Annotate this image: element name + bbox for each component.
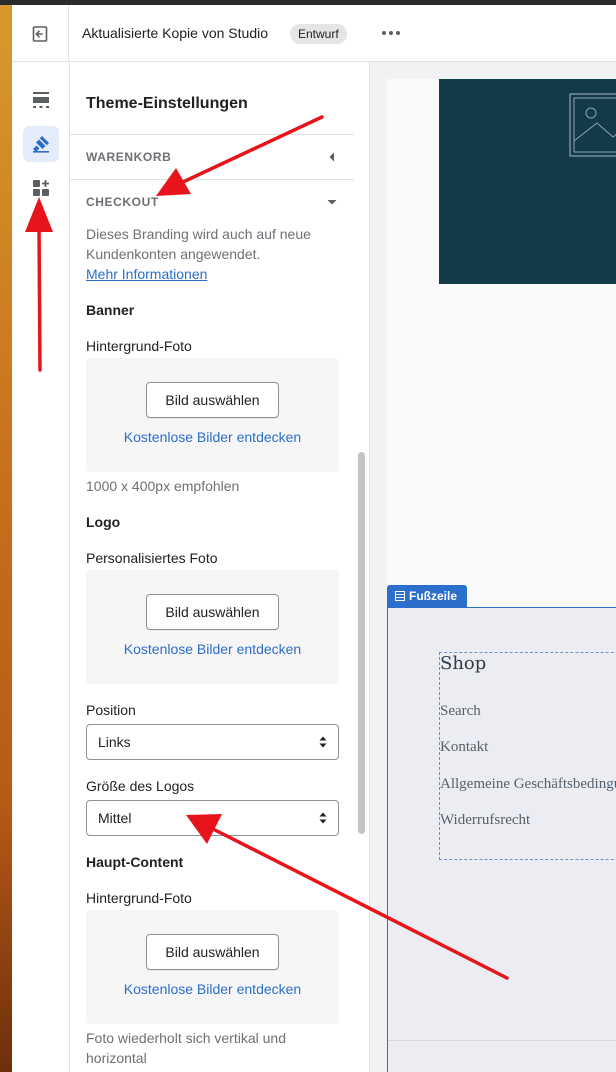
rail-app-blocks-button[interactable] [23, 170, 59, 206]
logo-photo-label: Personalisiertes Foto [86, 550, 218, 566]
footer-section-tag-label: Fußzeile [409, 589, 458, 603]
banner-recommendation: 1000 x 400px empfohlen [86, 478, 240, 494]
logo-position-value: Links [98, 734, 131, 750]
exit-editor-button[interactable] [12, 5, 69, 62]
logo-size-value: Mittel [98, 810, 132, 826]
banner-free-images-link[interactable]: Kostenlose Bilder entdecken [86, 429, 339, 445]
footer-divider [388, 1040, 616, 1041]
footer-link[interactable]: Kontakt [440, 739, 488, 756]
banner-heading: Banner [86, 302, 135, 318]
main-content-free-images-link[interactable]: Kostenlose Bilder entdecken [86, 981, 339, 997]
more-horizontal-icon [382, 31, 400, 35]
top-bar: Aktualisierte Kopie von Studio Entwurf [12, 5, 616, 62]
logo-image-picker: Bild auswählen Kostenlose Bilder entdeck… [86, 570, 339, 684]
preview-page: Fußzeile Shop Search Kontakt Allgemeine … [387, 79, 616, 1072]
main-content-heading: Haupt-Content [86, 854, 184, 870]
select-arrows-icon [319, 812, 327, 824]
footer-link[interactable]: Allgemeine Geschäftsbedingungen [440, 776, 616, 793]
theme-name: Aktualisierte Kopie von Studio [82, 25, 268, 41]
panel-title: Theme-Einstellungen [86, 95, 248, 112]
caret-left-icon [329, 152, 334, 162]
main-content-image-picker: Bild auswählen Kostenlose Bilder entdeck… [86, 910, 339, 1024]
caret-down-icon [327, 200, 337, 205]
store-preview: Fußzeile Shop Search Kontakt Allgemeine … [370, 62, 616, 1072]
logo-position-label: Position [86, 702, 136, 718]
footer-section-tag[interactable]: Fußzeile [387, 585, 468, 607]
select-arrows-icon [319, 736, 327, 748]
footer-link[interactable]: Widerrufsrecht [440, 812, 530, 829]
section-checkout-label: CHECKOUT [86, 195, 159, 209]
logo-heading: Logo [86, 514, 121, 530]
theme-editor-window: Aktualisierte Kopie von Studio Entwurf T… [12, 5, 616, 1072]
panel-scrollbar[interactable] [354, 122, 369, 1072]
rail-sections-button[interactable] [23, 82, 59, 118]
banner-background-label: Hintergrund-Foto [86, 338, 192, 354]
panel-scrollbar-thumb[interactable] [358, 452, 365, 834]
theme-settings-brush-icon [33, 136, 49, 153]
desktop-background [0, 0, 12, 1072]
footer-menu-block[interactable]: Shop Search Kontakt Allgemeine Geschäfts… [439, 652, 616, 860]
footer-menu-title: Shop [440, 653, 487, 674]
banner-image-picker: Bild auswählen Kostenlose Bilder entdeck… [86, 358, 339, 472]
section-cart-label: WARENKORB [86, 150, 172, 164]
sections-icon [33, 92, 49, 108]
logo-free-images-link[interactable]: Kostenlose Bilder entdecken [86, 641, 339, 657]
main-content-repeat-note: Foto wiederholt sich vertikal und horizo… [86, 1030, 286, 1066]
more-actions-button[interactable] [378, 21, 404, 45]
app-blocks-icon [33, 180, 49, 196]
logo-size-select[interactable]: Mittel [86, 800, 339, 836]
image-placeholder-icon [569, 93, 616, 157]
main-content-select-image-button[interactable]: Bild auswählen [146, 934, 279, 970]
more-info-link[interactable]: Mehr Informationen [86, 266, 207, 282]
divider [70, 134, 354, 135]
hero-image-placeholder[interactable] [439, 79, 616, 284]
footer-link[interactable]: Search [440, 703, 481, 720]
logo-size-label: Größe des Logos [86, 778, 195, 794]
icon-rail [12, 62, 70, 1072]
logo-position-select[interactable]: Links [86, 724, 339, 760]
exit-icon [32, 25, 48, 42]
status-badge: Entwurf [290, 24, 347, 44]
footer-section[interactable]: Shop Search Kontakt Allgemeine Geschäfts… [387, 607, 616, 1072]
rail-theme-settings-button[interactable] [23, 126, 59, 162]
main-content-background-label: Hintergrund-Foto [86, 890, 192, 906]
divider [70, 179, 354, 180]
logo-select-image-button[interactable]: Bild auswählen [146, 594, 279, 630]
banner-select-image-button[interactable]: Bild auswählen [146, 382, 279, 418]
checkout-help-text: Dieses Branding wird auch auf neue Kunde… [86, 226, 311, 262]
theme-settings-panel: Theme-Einstellungen WARENKORB CHECKOUT D… [70, 62, 370, 1072]
section-tag-icon [395, 591, 405, 601]
